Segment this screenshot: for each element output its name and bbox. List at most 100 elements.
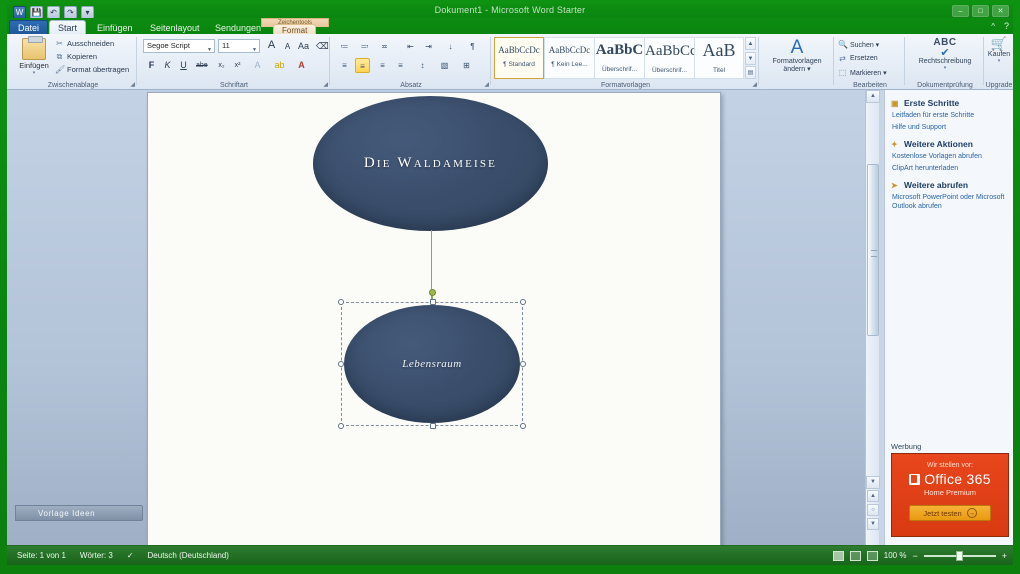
styles-gallery-scroll[interactable]: ▲ ▼ ▤ (745, 37, 756, 79)
buy-button[interactable]: 🛒 Kaufen ▾ (985, 37, 1013, 65)
previous-page-button[interactable]: ▲ (867, 490, 879, 502)
maximize-button[interactable]: □ (972, 5, 989, 17)
paste-button[interactable]: Einfügen ▾ (15, 36, 53, 79)
copy-button[interactable]: ⧉ Kopieren (55, 52, 97, 61)
align-center-button[interactable]: ≡ (355, 58, 370, 73)
rotation-handle[interactable] (429, 289, 436, 296)
style-item[interactable]: AaB Titel (694, 37, 744, 79)
close-button[interactable]: ✕ (992, 5, 1009, 17)
font-color-button[interactable]: A (294, 58, 309, 73)
minimize-button[interactable]: – (952, 5, 969, 17)
text-effects-button[interactable]: A (250, 58, 265, 73)
language-indicator[interactable]: Deutsch (Deutschland) (148, 551, 229, 560)
window-controls[interactable]: – □ ✕ (952, 5, 1009, 17)
spelling-check-button[interactable]: ABC ✔ Rechtschreibung ▾ (908, 37, 982, 71)
zoom-slider-thumb[interactable] (955, 550, 963, 561)
pane-link-office-apps-line2[interactable]: Outlook abrufen (892, 202, 1008, 211)
decrease-indent-button[interactable]: ⇤ (403, 39, 418, 54)
zoom-level-label[interactable]: 100 % (884, 551, 907, 560)
shading-button[interactable]: ▧ (437, 58, 452, 73)
find-button[interactable]: 🔍 Suchen ▾ (838, 40, 879, 49)
word-count[interactable]: Wörter: 3 (80, 551, 113, 560)
pane-link-leitfaden[interactable]: Leitfaden für erste Schritte (892, 111, 1008, 120)
styles-more-icon[interactable]: ▤ (745, 66, 756, 79)
style-item[interactable]: AaBbCcDc ¶ Kein Lee... (544, 37, 594, 79)
shape-title-ellipse[interactable]: Die Waldameise (313, 96, 548, 231)
scroll-up-icon[interactable]: ▲ (745, 37, 756, 50)
zoom-out-button[interactable]: − (912, 551, 917, 561)
show-formatting-marks-button[interactable]: ¶ (465, 39, 480, 54)
view-print-layout-icon[interactable] (832, 550, 844, 561)
scroll-up-button[interactable]: ▲ (866, 90, 880, 103)
subscript-button[interactable]: x₂ (214, 58, 229, 73)
spelling-dropdown-icon[interactable]: ▾ (908, 65, 982, 71)
zoom-slider[interactable] (923, 550, 996, 561)
proofing-status-icon[interactable]: ✓ (127, 551, 134, 560)
font-dialog-launcher-icon[interactable]: ◢ (323, 81, 328, 88)
sort-button[interactable]: ↓ (443, 39, 458, 54)
view-web-layout-icon[interactable] (866, 550, 878, 561)
style-item[interactable]: AaBbCc Überschrif... (644, 37, 694, 79)
minimize-ribbon-icon[interactable]: ^ (991, 22, 995, 31)
underline-button[interactable]: U (176, 58, 191, 73)
shrink-font-button[interactable]: A (280, 39, 295, 54)
font-name-combo[interactable]: Segoe Script ▼ (143, 39, 215, 53)
select-browse-object-button[interactable]: ○ (867, 504, 879, 516)
change-case-button[interactable]: Aa (296, 39, 311, 54)
style-item[interactable]: AaBbC Überschrif... (594, 37, 644, 79)
styles-gallery[interactable]: AaBbCcDc ¶ Standard AaBbCcDc ¶ Kein Lee.… (494, 37, 744, 79)
resize-handle-ne[interactable] (520, 299, 526, 305)
replace-button[interactable]: ⇄ Ersetzen (838, 54, 877, 63)
chevron-down-icon[interactable]: ▼ (207, 44, 212, 52)
grow-font-button[interactable]: A (264, 38, 279, 53)
italic-button[interactable]: K (160, 58, 175, 73)
format-painter-button[interactable]: 🖌 Format übertragen (55, 65, 129, 74)
paragraph-dialog-launcher-icon[interactable]: ◢ (484, 81, 489, 88)
resize-handle-n[interactable] (430, 299, 436, 305)
pane-link-clipart[interactable]: ClipArt herunterladen (892, 164, 1008, 173)
resize-handle-s[interactable] (430, 423, 436, 429)
bold-button[interactable]: F (144, 58, 159, 73)
tab-datei[interactable]: Datei (9, 20, 49, 35)
scroll-down-icon[interactable]: ▼ (745, 51, 756, 65)
resize-handle-sw[interactable] (338, 423, 344, 429)
resize-handle-w[interactable] (338, 361, 344, 367)
vertical-scrollbar[interactable]: ▲ ▲ ○ ▼ ▼ (865, 90, 880, 545)
tab-sendungen[interactable]: Sendungen (207, 21, 269, 35)
pane-link-hilfe-support[interactable]: Hilfe und Support (892, 123, 1008, 132)
scrollbar-thumb[interactable] (867, 164, 879, 336)
select-button[interactable]: ⬚ Markieren ▾ (838, 68, 887, 77)
scroll-down-button[interactable]: ▼ (866, 476, 880, 489)
view-full-screen-icon[interactable] (849, 550, 861, 561)
help-icon[interactable]: ? (1004, 21, 1009, 31)
resize-handle-se[interactable] (520, 423, 526, 429)
pane-link-vorlagen[interactable]: Kostenlose Vorlagen abrufen (892, 152, 1008, 161)
zoom-in-button[interactable]: + (1002, 551, 1007, 561)
change-styles-button[interactable]: A Formatvorlagen ändern ▾ (764, 38, 830, 74)
increase-indent-button[interactable]: ⇥ (421, 39, 436, 54)
strikethrough-button[interactable]: abe (194, 58, 210, 73)
align-right-button[interactable]: ≡ (375, 58, 390, 73)
template-ideas-tab[interactable]: Vorlage Ideen (15, 505, 143, 521)
line-spacing-button[interactable]: ↕ (415, 58, 430, 73)
office365-advertisement[interactable]: Wir stellen vor: Office 365 Home Premium… (891, 453, 1009, 537)
paste-dropdown-icon[interactable]: ▾ (15, 70, 53, 76)
document-canvas[interactable]: Die Waldameise Lebensraum Vorlage Ideen (7, 90, 879, 545)
resize-handle-e[interactable] (520, 361, 526, 367)
bullets-button[interactable]: ≔ (337, 39, 352, 54)
page-indicator[interactable]: Seite: 1 von 1 (17, 551, 66, 560)
pane-link-office-apps-line1[interactable]: Microsoft PowerPoint oder Microsoft (892, 193, 1008, 202)
tab-einfuegen[interactable]: Einfügen (89, 21, 141, 35)
resize-handle-nw[interactable] (338, 299, 344, 305)
align-left-button[interactable]: ≡ (337, 58, 352, 73)
justify-button[interactable]: ≡ (393, 58, 408, 73)
superscript-button[interactable]: x² (230, 58, 245, 73)
styles-dialog-launcher-icon[interactable]: ◢ (752, 81, 757, 88)
document-page[interactable]: Die Waldameise Lebensraum (147, 92, 721, 545)
font-size-combo[interactable]: 11 ▼ (218, 39, 260, 53)
numbering-button[interactable]: ≕ (357, 39, 372, 54)
buy-dropdown-icon[interactable]: ▾ (985, 58, 1013, 64)
borders-button[interactable]: ⊞ (459, 58, 474, 73)
tab-seitenlayout[interactable]: Seitenlayout (142, 21, 208, 35)
next-page-button[interactable]: ▼ (867, 518, 879, 530)
